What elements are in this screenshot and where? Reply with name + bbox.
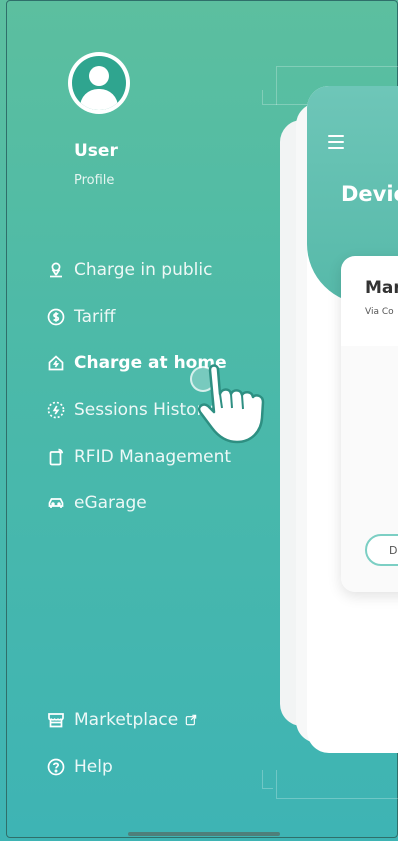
menu-item-tariff[interactable]: Tariff xyxy=(46,307,115,327)
device-tile-subtitle: Via Co xyxy=(365,307,394,317)
device-tile-title: Mar xyxy=(365,278,398,298)
pointing-hand-icon xyxy=(198,364,265,444)
decor-line xyxy=(276,770,398,799)
avatar[interactable] xyxy=(68,52,130,114)
help-circle-icon xyxy=(46,757,66,777)
user-name[interactable]: User xyxy=(74,141,118,161)
menu-item-label: eGarage xyxy=(74,493,147,513)
store-icon xyxy=(46,710,66,730)
menu-item-label: Marketplace xyxy=(74,710,179,730)
menu-item-label: RFID Management xyxy=(74,447,232,467)
menu-item-charge-in-public[interactable]: Charge in public xyxy=(46,260,212,280)
menu-item-rfid-management[interactable]: RFID Management xyxy=(46,447,231,467)
device-tile-button[interactable]: D xyxy=(365,534,398,566)
app-screen: Devic Mar Via Co D User Profile Charge i… xyxy=(0,0,398,841)
device-tile[interactable]: Mar Via Co D xyxy=(341,256,398,592)
user-avatar-icon xyxy=(72,56,126,110)
dotted-bolt-circle-icon xyxy=(46,400,66,420)
decor-line xyxy=(262,770,273,789)
profile-link[interactable]: Profile xyxy=(74,173,114,188)
menu-item-label: Charge in public xyxy=(74,260,213,280)
preview-title: Devic xyxy=(341,182,398,206)
home-bolt-icon xyxy=(46,353,66,373)
menu-item-label: Tariff xyxy=(74,307,116,327)
menu-item-help[interactable]: Help xyxy=(46,757,113,777)
hamburger-menu-icon[interactable] xyxy=(328,135,344,149)
external-link-icon xyxy=(184,713,198,727)
menu-item-label: Help xyxy=(74,757,113,777)
home-indicator[interactable] xyxy=(128,832,280,836)
car-icon xyxy=(46,493,66,513)
menu-item-sessions-history[interactable]: Sessions History xyxy=(46,400,214,420)
menu-item-egarage[interactable]: eGarage xyxy=(46,493,147,513)
location-person-icon xyxy=(46,260,66,280)
menu-item-marketplace[interactable]: Marketplace xyxy=(46,710,198,730)
rfid-card-icon xyxy=(46,447,66,467)
device-tile-button-label: D xyxy=(389,543,398,557)
app-preview-card[interactable]: Devic Mar Via Co D xyxy=(307,86,398,753)
menu-item-label: Sessions History xyxy=(74,400,214,420)
dollar-circle-icon xyxy=(46,307,66,327)
